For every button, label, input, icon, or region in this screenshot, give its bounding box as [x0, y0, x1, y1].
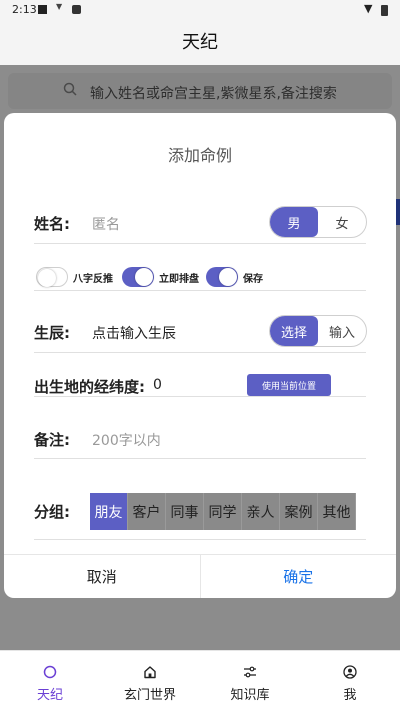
group-selector: 朋友 客户 同事 同学 亲人 案例 其他 — [90, 493, 356, 530]
chevron-down-icon: ▼ — [56, 2, 63, 11]
nav-label-xuanmen-world: 玄门世界 — [123, 688, 176, 703]
group-label: 分组: — [34, 503, 70, 521]
divider — [34, 396, 366, 397]
cancel-button[interactable]: 取消 — [4, 555, 201, 598]
battery-icon — [381, 5, 388, 16]
nav-item-knowledge-base[interactable]: 知识库 — [200, 651, 300, 711]
group-chip-relative[interactable]: 亲人 — [242, 493, 280, 530]
status-time: 2:13 — [12, 3, 37, 16]
divider — [34, 290, 366, 291]
group-chip-other[interactable]: 其他 — [318, 493, 356, 530]
mode-select-option[interactable]: 选择 — [270, 316, 318, 346]
bazi-reverse-switch[interactable] — [36, 267, 68, 287]
note-input[interactable]: 200字以内 — [92, 430, 161, 450]
arrange-now-label: 立即排盘 — [159, 273, 199, 285]
bazi-reverse-label: 八字反推 — [73, 273, 113, 285]
wifi-icon: ▼ — [364, 2, 373, 15]
dialog-title: 添加命例 — [167, 146, 232, 165]
nav-label-me: 我 — [343, 688, 357, 703]
birth-time-input[interactable]: 点击输入生辰 — [92, 323, 176, 343]
divider — [34, 458, 366, 459]
save-switch[interactable] — [206, 267, 238, 287]
location-value[interactable]: 0 — [153, 377, 162, 393]
divider — [34, 539, 366, 540]
birth-time-mode-selector: 选择 输入 — [269, 315, 367, 347]
save-label: 保存 — [243, 273, 263, 285]
bottom-nav: 天纪 玄门世界 知识库 我 — [0, 650, 400, 711]
dialog-footer: 取消 确定 — [4, 554, 396, 598]
group-chip-case[interactable]: 案例 — [280, 493, 318, 530]
divider — [34, 243, 366, 244]
toggle-save[interactable]: 保存 — [206, 266, 263, 288]
nav-label-knowledge-base: 知识库 — [230, 688, 270, 703]
notification-icon — [38, 5, 47, 14]
app-header: 天纪 — [0, 20, 400, 65]
gender-female-option[interactable]: 女 — [318, 207, 366, 237]
home-icon — [142, 664, 158, 680]
note-label: 备注: — [34, 431, 70, 449]
circle-icon — [42, 664, 58, 680]
confirm-button[interactable]: 确定 — [201, 555, 397, 598]
add-case-dialog: 添加命例 姓名: 匿名 男 女 八字反推 立即排盘 保存 生辰: 点击输入生辰 … — [4, 113, 396, 598]
app-notification-icon — [72, 5, 81, 14]
nav-label-tianji: 天纪 — [36, 688, 63, 703]
toggle-bazi-reverse[interactable]: 八字反推 — [36, 266, 113, 288]
user-icon — [342, 664, 358, 680]
page-title: 天纪 — [182, 32, 218, 53]
use-current-location-button[interactable]: 使用当前位置 — [247, 374, 331, 396]
status-bar: 2:13 ▼ ▼ — [0, 0, 400, 20]
group-chip-colleague[interactable]: 同事 — [166, 493, 204, 530]
gender-male-option[interactable]: 男 — [270, 207, 318, 237]
location-label: 出生地的经纬度: — [34, 378, 145, 396]
name-input[interactable]: 匿名 — [92, 214, 120, 234]
nav-item-tianji[interactable]: 天纪 — [0, 651, 100, 711]
name-label: 姓名: — [34, 215, 70, 233]
nav-item-xuanmen-world[interactable]: 玄门世界 — [100, 651, 200, 711]
sliders-icon — [242, 664, 258, 680]
toggle-arrange-now[interactable]: 立即排盘 — [122, 266, 199, 288]
birth-time-label: 生辰: — [34, 324, 70, 342]
group-chip-classmate[interactable]: 同学 — [204, 493, 242, 530]
mode-input-option[interactable]: 输入 — [318, 316, 366, 346]
arrange-now-switch[interactable] — [122, 267, 154, 287]
nav-item-me[interactable]: 我 — [300, 651, 400, 711]
group-chip-client[interactable]: 客户 — [128, 493, 166, 530]
gender-selector: 男 女 — [269, 206, 367, 238]
divider — [34, 352, 366, 353]
group-chip-friend[interactable]: 朋友 — [90, 493, 128, 530]
